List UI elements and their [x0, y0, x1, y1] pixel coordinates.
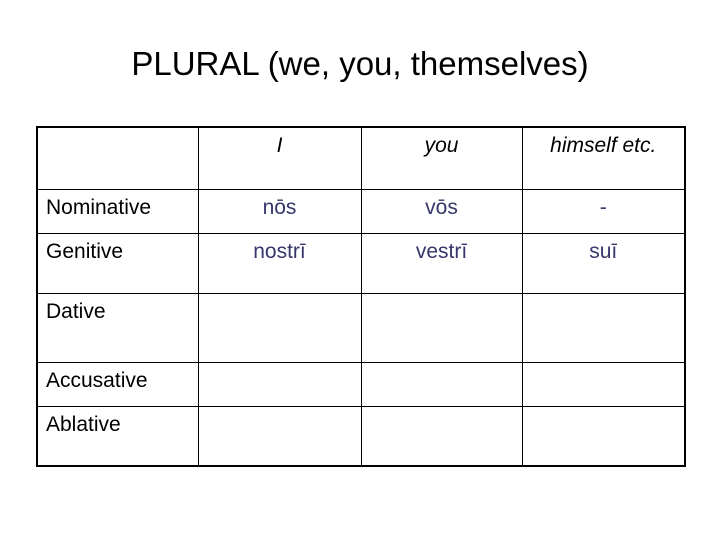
case-label-nominative: Nominative — [46, 196, 152, 219]
cell-nominative-second-person: vōs — [360, 189, 523, 234]
cell-dative-third-person — [521, 293, 686, 363]
form-genitive-first-person: nostrī — [253, 240, 306, 263]
form-nominative-third-person: - — [599, 196, 607, 219]
header-cell-first-person: I — [197, 126, 362, 190]
cell-dative-first-person — [197, 293, 362, 363]
cell-nominative-first-person: nōs — [197, 189, 362, 234]
form-genitive-second-person: vestrī — [415, 240, 468, 263]
form-accusative-first-person — [199, 363, 361, 368]
header-second-person-label: you — [424, 134, 459, 157]
cell-genitive-first-person: nostrī — [197, 233, 362, 294]
form-genitive-third-person: suī — [589, 240, 618, 263]
table-row-dative: Dative — [36, 293, 686, 363]
form-ablative-first-person — [199, 407, 361, 412]
form-ablative-third-person — [523, 407, 685, 412]
cell-accusative-third-person — [521, 362, 686, 407]
header-third-person-label-italic: himself — [550, 134, 617, 157]
declension-table: I you himself etc. Nominative nōs vōs - … — [36, 126, 686, 467]
form-dative-second-person — [362, 294, 522, 299]
cell-dative-second-person — [360, 293, 523, 363]
cell-accusative-second-person — [360, 362, 523, 407]
form-accusative-second-person — [362, 363, 522, 368]
table-row-nominative: Nominative nōs vōs - — [36, 189, 686, 234]
case-cell-nominative: Nominative — [36, 189, 199, 234]
form-dative-first-person — [199, 294, 361, 299]
header-cell-third-person: himself etc. — [521, 126, 686, 190]
header-case-column-label — [38, 128, 198, 133]
slide-canvas: PLURAL (we, you, themselves) I you himse… — [0, 0, 720, 540]
form-nominative-first-person: nōs — [262, 196, 297, 219]
case-cell-ablative: Ablative — [36, 406, 199, 467]
case-label-accusative: Accusative — [46, 369, 148, 392]
header-cell-second-person: you — [360, 126, 523, 190]
case-cell-dative: Dative — [36, 293, 199, 363]
header-first-person: I — [199, 128, 361, 159]
header-first-person-label: I — [276, 134, 283, 157]
case-label-dative: Dative — [46, 300, 106, 323]
form-accusative-third-person — [523, 363, 685, 368]
form-nominative-second-person: vōs — [425, 196, 458, 219]
page-title: PLURAL (we, you, themselves) — [131, 45, 589, 82]
case-label-ablative: Ablative — [46, 413, 121, 436]
table-row-genitive: Genitive nostrī vestrī suī — [36, 233, 686, 294]
header-third-person-label-plain: etc. — [616, 134, 657, 157]
cell-ablative-second-person — [360, 406, 523, 467]
table-row-accusative: Accusative — [36, 362, 686, 407]
form-ablative-second-person — [362, 407, 522, 412]
cell-ablative-third-person — [521, 406, 686, 467]
cell-genitive-second-person: vestrī — [360, 233, 523, 294]
header-third-person: himself etc. — [523, 128, 685, 159]
header-second-person: you — [362, 128, 522, 159]
cell-accusative-first-person — [197, 362, 362, 407]
cell-ablative-first-person — [197, 406, 362, 467]
cell-nominative-third-person: - — [521, 189, 686, 234]
table-header-row: I you himself etc. — [36, 126, 686, 190]
form-dative-third-person — [523, 294, 685, 299]
case-label-genitive: Genitive — [46, 240, 124, 263]
table-row-ablative: Ablative — [36, 406, 686, 467]
case-cell-accusative: Accusative — [36, 362, 199, 407]
cell-genitive-third-person: suī — [521, 233, 686, 294]
case-cell-genitive: Genitive — [36, 233, 199, 294]
header-cell-case-column — [36, 126, 199, 190]
